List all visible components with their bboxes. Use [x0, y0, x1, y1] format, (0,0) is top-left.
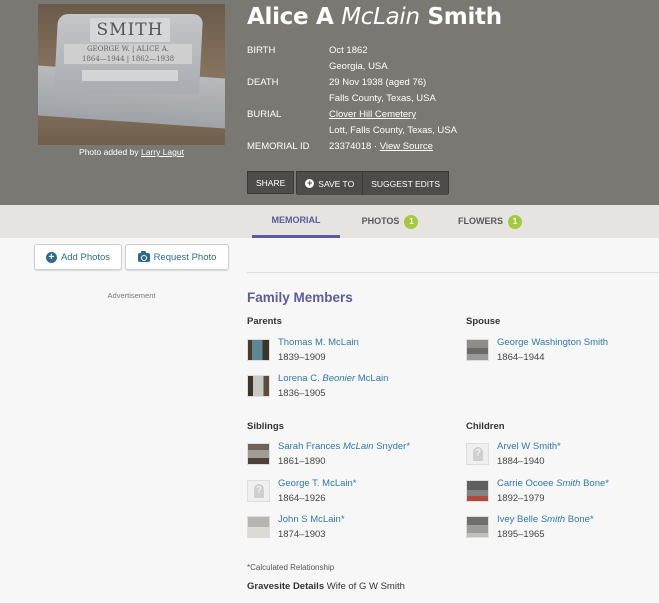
member-name-link[interactable]: Sarah Frances McLain Snyder* [278, 441, 410, 452]
request-photo-button[interactable]: Request Photo [125, 244, 229, 270]
tab-label: PHOTOS [361, 216, 400, 226]
member-dates: 1836–1905 [278, 388, 326, 399]
last-name: Smith [427, 4, 503, 30]
fact-label: BURIAL [247, 109, 282, 120]
tab-bar: MEMORIAL PHOTOS 1 FLOWERS 1 [0, 205, 659, 238]
tab-label: FLOWERS [458, 216, 503, 226]
page-title: Alice A McLain Smith [247, 4, 502, 30]
member-dates: 1892–1979 [497, 493, 545, 504]
add-photos-button[interactable]: + Add Photos [34, 244, 122, 270]
member-thumbnail[interactable] [247, 375, 270, 397]
member-thumbnail[interactable] [247, 516, 270, 538]
view-source-link[interactable]: View Source [380, 141, 433, 152]
fact-value: Lott, Falls County, Texas, USA [329, 125, 457, 136]
first-name: Alice A [247, 4, 334, 30]
headstone-photo[interactable]: SMITH GEORGE W. | ALICE A. 1864—1944 | 1… [38, 4, 225, 145]
fact-label: DEATH [247, 77, 279, 88]
calculated-relationship-note: *Calculated Relationship [247, 563, 335, 572]
member-dates: 1864–1926 [278, 493, 326, 504]
stone-names: GEORGE W. | ALICE A. 1864—1944 | 1862—19… [64, 44, 192, 64]
member-thumbnail[interactable] [247, 443, 270, 465]
stone-verse [82, 70, 178, 81]
no-photo-placeholder-icon[interactable] [247, 480, 270, 502]
memorial-id-value: 23374018 [329, 141, 372, 152]
plus-circle-icon: + [305, 178, 315, 188]
plus-circle-icon: + [45, 251, 57, 263]
member-name-link[interactable]: Thomas M. McLain [278, 337, 359, 348]
memorial-actions: SHARE + SAVE TO SUGGEST EDITS [247, 171, 450, 195]
section-divider [247, 272, 659, 273]
member-thumbnail[interactable] [247, 339, 270, 361]
suggest-edits-button[interactable]: SUGGEST EDITS [362, 172, 449, 195]
separator: · [371, 141, 380, 152]
member-dates: 1874–1903 [278, 529, 326, 540]
gravesite-label: Gravesite Details [247, 581, 325, 592]
gravesite-details: Gravesite Details Wife of G W Smith [247, 581, 405, 592]
gravesite-value: Wife of G W Smith [326, 581, 405, 592]
save-to-button[interactable]: + SAVE TO [297, 172, 363, 195]
stone-line-2: 1864—1944 | 1862—1938 [81, 55, 175, 63]
tab-flowers[interactable]: FLOWERS 1 [447, 205, 533, 238]
member-name-link[interactable]: Carrie Ocoee Smith Bone* [497, 478, 609, 489]
photo-caption: Photo added by Larry Lagut [38, 147, 225, 157]
member-name-link[interactable]: George Washington Smith [497, 337, 608, 348]
maiden-name: McLain [341, 4, 420, 30]
fact-label: BIRTH [247, 45, 276, 56]
memorial-header: SMITH GEORGE W. | ALICE A. 1864—1944 | 1… [0, 0, 659, 205]
request-photo-label: Request Photo [153, 251, 217, 263]
parents-title: Parents [247, 316, 282, 327]
spouse-title: Spouse [466, 316, 501, 327]
tab-memorial[interactable]: MEMORIAL [252, 205, 340, 238]
flowers-count-badge: 1 [508, 214, 522, 229]
fact-value: Oct 1862 [329, 45, 368, 56]
tab-photos[interactable]: PHOTOS 1 [350, 205, 430, 238]
share-button[interactable]: SHARE [247, 171, 295, 194]
stone-surname: SMITH [90, 18, 170, 42]
member-dates: 1884–1940 [497, 456, 545, 467]
camera-icon [137, 250, 150, 262]
member-thumbnail[interactable] [466, 516, 489, 538]
add-photos-label: Add Photos [60, 251, 111, 263]
member-dates: 1864–1944 [497, 352, 545, 363]
no-photo-placeholder-icon[interactable] [466, 443, 489, 465]
member-thumbnail[interactable] [466, 480, 489, 502]
member-name-link[interactable]: George T. McLain* [278, 478, 357, 489]
action-button-group: + SAVE TO SUGGEST EDITS [296, 171, 450, 195]
member-name-link[interactable]: Arvel W Smith* [497, 441, 561, 452]
fact-value: 29 Nov 1938 (aged 76) [329, 77, 427, 88]
advertisement-label: Advertisement [107, 291, 156, 300]
fact-value: Georgia, USA [329, 61, 388, 72]
fact-value: Falls County, Texas, USA [329, 93, 436, 104]
photo-author-link[interactable]: Larry Lagut [141, 147, 184, 157]
photo-caption-prefix: Photo added by [79, 147, 139, 157]
member-name-link[interactable]: Lorena C. Beonier McLain [278, 373, 388, 384]
family-members-title: Family Members [247, 290, 353, 305]
tab-label: MEMORIAL [271, 214, 321, 225]
children-title: Children [466, 421, 505, 432]
photos-count-badge: 1 [404, 214, 419, 229]
fact-label: MEMORIAL ID [247, 141, 310, 152]
member-name-link[interactable]: John S McLain* [278, 514, 345, 525]
siblings-title: Siblings [247, 421, 284, 432]
cemetery-link[interactable]: Clover Hill Cemetery [329, 109, 416, 120]
member-name-link[interactable]: Ivey Belle Smith Bone* [497, 514, 594, 525]
save-to-label: SAVE TO [318, 178, 355, 189]
member-dates: 1839–1909 [278, 352, 326, 363]
member-thumbnail[interactable] [466, 339, 489, 361]
member-dates: 1895–1965 [497, 529, 545, 540]
member-dates: 1861–1890 [278, 456, 326, 467]
stone-line-1: GEORGE W. | ALICE A. [86, 45, 170, 53]
